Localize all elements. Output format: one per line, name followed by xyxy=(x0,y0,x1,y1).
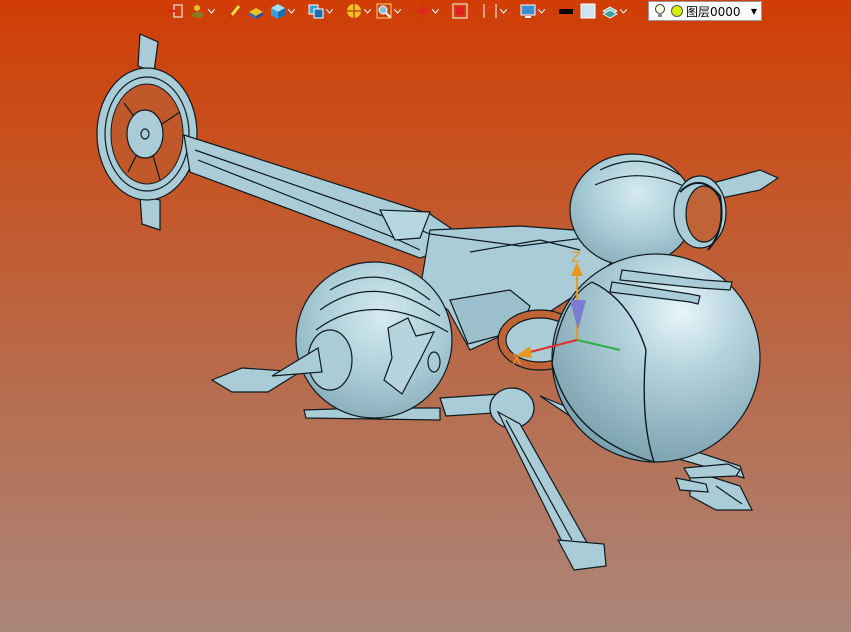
chevron-down-icon xyxy=(287,8,295,14)
layer-stack-icon xyxy=(602,6,618,19)
snap-point-icon xyxy=(415,4,429,18)
exit-sketch-icon xyxy=(169,4,183,18)
chevron-down-icon xyxy=(325,8,333,14)
left-engine-pod xyxy=(210,261,453,421)
fill-color-swatch-icon xyxy=(580,3,596,19)
inspect-button[interactable] xyxy=(374,1,402,21)
shaded-box-icon xyxy=(271,4,285,19)
fit-window-icon xyxy=(452,3,468,19)
section-view-icon xyxy=(347,4,361,18)
view-cube-button[interactable] xyxy=(306,1,334,21)
curve-tool-button[interactable] xyxy=(188,1,216,21)
pencil-icon xyxy=(228,5,241,19)
line-color-swatch-icon xyxy=(559,9,573,14)
layer-color-dot-icon[interactable] xyxy=(670,4,684,18)
layer-select[interactable]: 图层0000 ▼ xyxy=(648,1,762,21)
line-color-button[interactable] xyxy=(556,1,576,21)
chevron-down-icon xyxy=(499,8,507,14)
layer-stack-button[interactable] xyxy=(600,1,628,21)
dimension-icon xyxy=(483,4,497,18)
x-axis-label: X xyxy=(512,352,522,368)
curve-tool-icon xyxy=(192,5,204,18)
chevron-down-icon xyxy=(363,8,371,14)
z-axis-label: Z xyxy=(571,250,581,266)
chevron-down-icon xyxy=(431,8,439,14)
pencil-button[interactable] xyxy=(226,1,244,21)
surface-color-icon xyxy=(249,8,263,19)
fill-color-button[interactable] xyxy=(578,1,598,21)
chevron-down-icon xyxy=(207,8,215,14)
shaded-box-button[interactable] xyxy=(268,1,296,21)
tail-boom xyxy=(183,134,470,259)
section-view-button[interactable] xyxy=(344,1,372,21)
view-cube-icon xyxy=(308,4,324,19)
tail-fin-bottom xyxy=(139,195,161,231)
chevron-down-icon xyxy=(537,8,545,14)
dropdown-arrow-icon[interactable]: ▼ xyxy=(751,7,757,16)
dimension-button[interactable] xyxy=(480,1,508,21)
display-settings-icon xyxy=(520,4,536,18)
tail-ring xyxy=(96,67,198,201)
chevron-down-icon xyxy=(393,8,401,14)
surface-color-button[interactable] xyxy=(246,1,266,21)
layer-name: 图层0000 xyxy=(686,4,741,19)
inspect-icon xyxy=(376,3,392,19)
3d-viewport[interactable]: Z X xyxy=(0,0,851,632)
tail-fin-top xyxy=(137,33,159,73)
chevron-down-icon xyxy=(619,8,627,14)
exit-sketch-button[interactable] xyxy=(166,1,186,21)
bulb-icon[interactable] xyxy=(652,2,668,20)
display-settings-button[interactable] xyxy=(518,1,546,21)
spaceship-model[interactable] xyxy=(96,33,780,571)
fit-window-button[interactable] xyxy=(450,1,470,21)
snap-point-button[interactable] xyxy=(412,1,440,21)
view-toolbar xyxy=(166,0,628,22)
right-engine-pod xyxy=(569,153,780,267)
